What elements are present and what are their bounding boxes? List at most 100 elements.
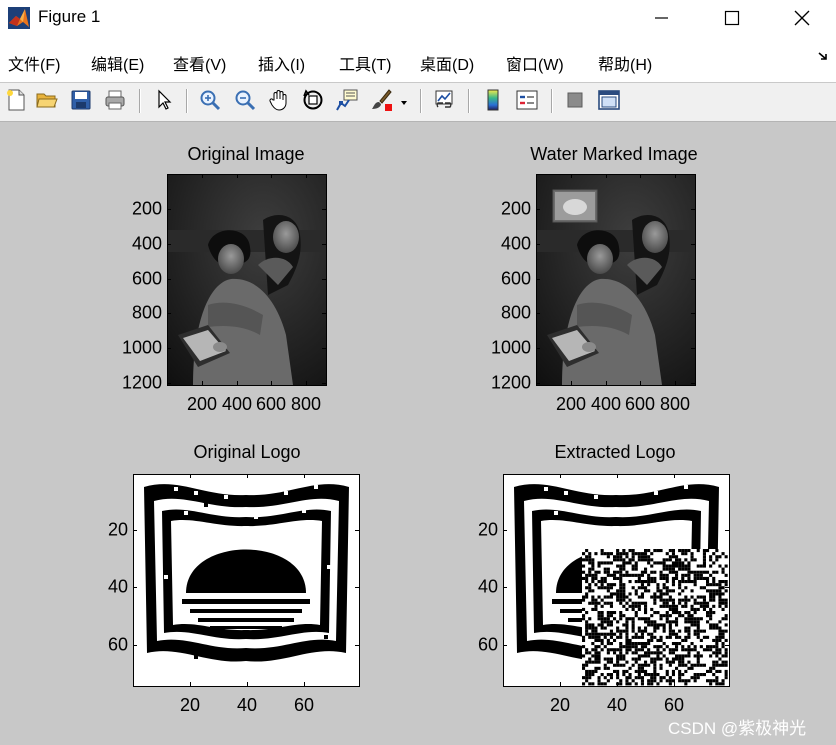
y-tick-label: 200 <box>500 198 531 219</box>
y-tick-label: 40 <box>107 576 128 597</box>
menu-insert[interactable]: 插入(I) <box>258 51 305 75</box>
menu-view[interactable]: 查看(V) <box>173 51 226 75</box>
link-plot-icon <box>435 90 453 108</box>
floppy-disk-icon <box>71 90 91 110</box>
y-tick-label: 1000 <box>121 337 162 358</box>
zoom-out-button[interactable] <box>231 86 259 114</box>
x-tick-label: 600 <box>624 394 656 414</box>
zoom-in-button[interactable] <box>196 86 224 114</box>
data-cursor-button[interactable] <box>333 86 361 114</box>
axes-title-original-image: Original Image <box>187 144 305 164</box>
y-tick-mark <box>691 278 695 280</box>
maximize-button[interactable] <box>702 0 762 36</box>
menu-help[interactable]: 帮助(H) <box>598 51 652 75</box>
insert-legend-button[interactable] <box>513 86 541 114</box>
x-tick-label: 800 <box>659 394 691 414</box>
save-figure-button[interactable] <box>67 86 95 114</box>
logo-book-emblem <box>144 484 349 662</box>
y-tick-mark <box>167 278 171 280</box>
y-tick-mark <box>133 586 137 588</box>
x-tick-label: 800 <box>290 394 322 414</box>
menu-file[interactable]: 文件(F) <box>8 51 60 75</box>
watermarked-photo <box>537 175 695 385</box>
insert-colorbar-button[interactable] <box>479 86 507 114</box>
y-tick-mark <box>167 382 171 384</box>
menu-tools[interactable]: 工具(T) <box>339 51 391 75</box>
y-tick-label: 800 <box>131 302 162 323</box>
pointer-arrow-icon <box>158 89 172 110</box>
close-button[interactable] <box>772 0 832 36</box>
x-tick-label: 60 <box>293 695 315 715</box>
menu-edit[interactable]: 编辑(E) <box>91 51 144 75</box>
y-tick-mark <box>355 529 359 531</box>
x-tick-mark <box>616 474 618 478</box>
y-tick-label: 400 <box>131 233 162 254</box>
x-tick-mark <box>605 174 607 178</box>
toolbar-separator <box>468 89 469 113</box>
y-tick-label: 20 <box>477 519 498 540</box>
link-plot-button[interactable] <box>430 86 458 114</box>
dropdown-arrow-icon <box>401 101 407 105</box>
axes-original-image[interactable] <box>167 174 327 386</box>
open-file-button[interactable] <box>33 86 61 114</box>
logo-original-image <box>144 484 349 662</box>
y-tick-mark <box>167 243 171 245</box>
y-tick-mark <box>355 644 359 646</box>
brush-dropdown-button[interactable] <box>397 86 411 114</box>
x-tick-mark <box>570 174 572 178</box>
menu-desktop[interactable]: 桌面(D) <box>420 51 474 75</box>
zoom-out-icon <box>235 90 256 111</box>
legend-icon <box>516 90 538 110</box>
x-tick-mark <box>559 682 561 686</box>
x-tick-mark <box>189 474 191 478</box>
rotate-3d-icon <box>303 89 323 110</box>
minimize-icon <box>655 17 668 19</box>
x-tick-mark <box>270 174 272 178</box>
y-tick-mark <box>536 278 540 280</box>
y-tick-label: 60 <box>477 634 498 655</box>
y-tick-mark <box>167 208 171 210</box>
brush-button[interactable] <box>367 86 395 114</box>
embedded-watermark-patch <box>552 189 598 223</box>
edit-plot-button[interactable] <box>150 86 178 114</box>
hide-plot-tools-button[interactable] <box>561 86 589 114</box>
axes-watermarked-image[interactable] <box>536 174 696 386</box>
y-tick-mark <box>167 347 171 349</box>
dock-arrow-icon[interactable] <box>816 50 830 64</box>
y-tick-mark <box>322 382 326 384</box>
y-tick-mark <box>725 644 729 646</box>
window-title: Figure 1 <box>38 7 101 26</box>
y-tick-mark <box>691 208 695 210</box>
y-tick-label: 1200 <box>121 372 162 393</box>
original-photo <box>168 175 326 385</box>
x-tick-label: 20 <box>179 695 201 715</box>
minimize-button[interactable] <box>632 0 692 36</box>
new-file-icon <box>7 89 25 111</box>
print-figure-button[interactable] <box>101 86 129 114</box>
y-tick-mark <box>691 312 695 314</box>
axes-extracted-logo[interactable] <box>503 474 730 687</box>
figure-toolbar <box>0 83 836 122</box>
x-tick-mark <box>570 381 572 385</box>
toolbar-separator <box>139 89 140 113</box>
x-tick-mark <box>673 474 675 478</box>
pan-button[interactable] <box>265 86 293 114</box>
menu-window[interactable]: 窗口(W) <box>506 51 564 75</box>
maximize-icon <box>724 10 740 26</box>
axes-original-logo[interactable] <box>133 474 360 687</box>
toolbar-separator <box>186 89 187 113</box>
extraction-noise-block <box>582 549 729 686</box>
new-figure-button[interactable] <box>2 86 30 114</box>
y-tick-mark <box>322 243 326 245</box>
y-tick-mark <box>355 586 359 588</box>
x-tick-mark <box>201 381 203 385</box>
x-tick-mark <box>236 174 238 178</box>
y-tick-mark <box>503 529 507 531</box>
axes-title-original-logo: Original Logo <box>193 442 301 462</box>
zoom-in-icon <box>200 90 221 111</box>
x-tick-mark <box>605 381 607 385</box>
x-tick-label: 40 <box>236 695 258 715</box>
show-plot-tools-button[interactable] <box>595 86 623 114</box>
rotate-3d-button[interactable] <box>299 86 327 114</box>
y-tick-label: 600 <box>500 268 531 289</box>
